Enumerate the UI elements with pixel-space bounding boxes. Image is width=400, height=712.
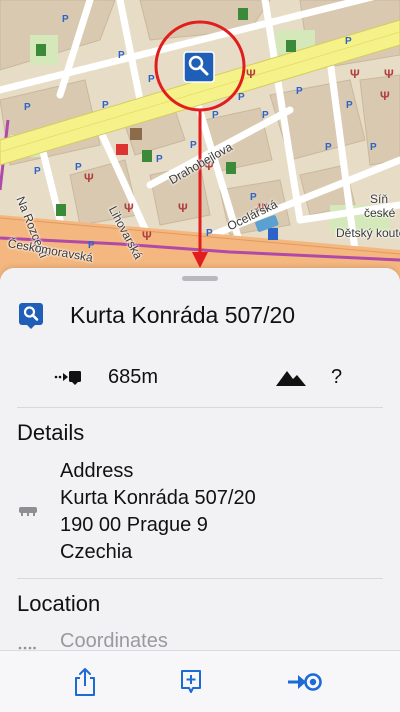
svg-text:P: P xyxy=(250,192,257,203)
svg-text:Ψ: Ψ xyxy=(178,201,188,215)
share-icon xyxy=(75,668,95,696)
navigate-to-icon xyxy=(288,673,322,691)
details-heading: Details xyxy=(17,420,85,445)
elevation-icon xyxy=(276,371,306,386)
svg-text:Ψ: Ψ xyxy=(124,201,134,215)
poi-label-sin-1: Síň xyxy=(370,192,389,206)
svg-text:P: P xyxy=(346,100,353,111)
svg-text:P: P xyxy=(262,110,269,121)
search-result-marker-icon xyxy=(19,303,43,329)
sheet-grabber[interactable] xyxy=(182,276,218,281)
address-line-3[interactable]: Czechia xyxy=(60,541,132,564)
poi-label-sin-2: české xyxy=(364,206,396,220)
add-note-button[interactable] xyxy=(171,665,211,699)
map-canvas[interactable]: PPP PPP PPP PP P PP P PPP PP ΨΨΨ Ψ ΨΨ ΨΨ… xyxy=(0,0,400,285)
divider xyxy=(17,407,383,408)
location-heading: Location xyxy=(17,591,101,616)
svg-text:Ψ: Ψ xyxy=(142,229,152,243)
svg-text:Ψ: Ψ xyxy=(350,67,360,81)
distance-value: 685m xyxy=(108,366,159,388)
svg-text:P: P xyxy=(156,154,163,165)
address-icon xyxy=(19,507,37,516)
map-view[interactable]: PPP PPP PPP PPP PPP PPP PP Ψ Ψ Ψ Ψ Ψ Ψ Ψ… xyxy=(0,0,400,285)
share-button[interactable] xyxy=(65,665,105,699)
place-detail-sheet: Kurta Konráda 507/20 685m ? Details Addr… xyxy=(0,268,400,712)
svg-text:P: P xyxy=(24,102,31,113)
svg-text:P: P xyxy=(296,86,303,97)
svg-text:P: P xyxy=(212,110,219,121)
screen: PPP PPP PPP PPP PPP PPP PP Ψ Ψ Ψ Ψ Ψ Ψ Ψ… xyxy=(0,0,400,712)
svg-text:Ψ: Ψ xyxy=(384,67,394,81)
svg-text:P: P xyxy=(238,92,245,103)
add-note-icon xyxy=(181,670,201,693)
svg-text:P: P xyxy=(148,74,155,85)
distance-icon xyxy=(54,371,81,385)
address-line-1[interactable]: Kurta Konráda 507/20 xyxy=(60,487,256,510)
svg-text:P: P xyxy=(62,14,69,25)
address-line-2[interactable]: 190 00 Prague 9 xyxy=(60,514,208,537)
poi-label-detsky-koutek: Dětský koutek xyxy=(336,226,400,240)
svg-text:P: P xyxy=(325,142,332,153)
svg-text:P: P xyxy=(118,50,125,61)
svg-text:Ψ: Ψ xyxy=(84,171,94,185)
place-stats: 685m ? xyxy=(0,362,400,396)
address-label: Address xyxy=(60,460,134,482)
svg-text:Ψ: Ψ xyxy=(380,89,390,103)
svg-text:P: P xyxy=(206,228,213,239)
sheet-header: Kurta Konráda 507/20 xyxy=(0,296,400,336)
divider xyxy=(17,578,383,579)
elevation-value: ? xyxy=(331,366,343,388)
svg-text:P: P xyxy=(102,100,109,111)
svg-text:P: P xyxy=(370,142,377,153)
svg-text:Ψ: Ψ xyxy=(246,67,256,81)
navigate-to-button[interactable] xyxy=(284,665,324,699)
svg-text:P: P xyxy=(75,162,82,173)
svg-text:P: P xyxy=(345,36,352,47)
bottom-toolbar xyxy=(0,650,400,712)
svg-text:P: P xyxy=(190,140,197,151)
place-title: Kurta Konráda 507/20 xyxy=(70,302,296,328)
svg-text:P: P xyxy=(34,166,41,177)
